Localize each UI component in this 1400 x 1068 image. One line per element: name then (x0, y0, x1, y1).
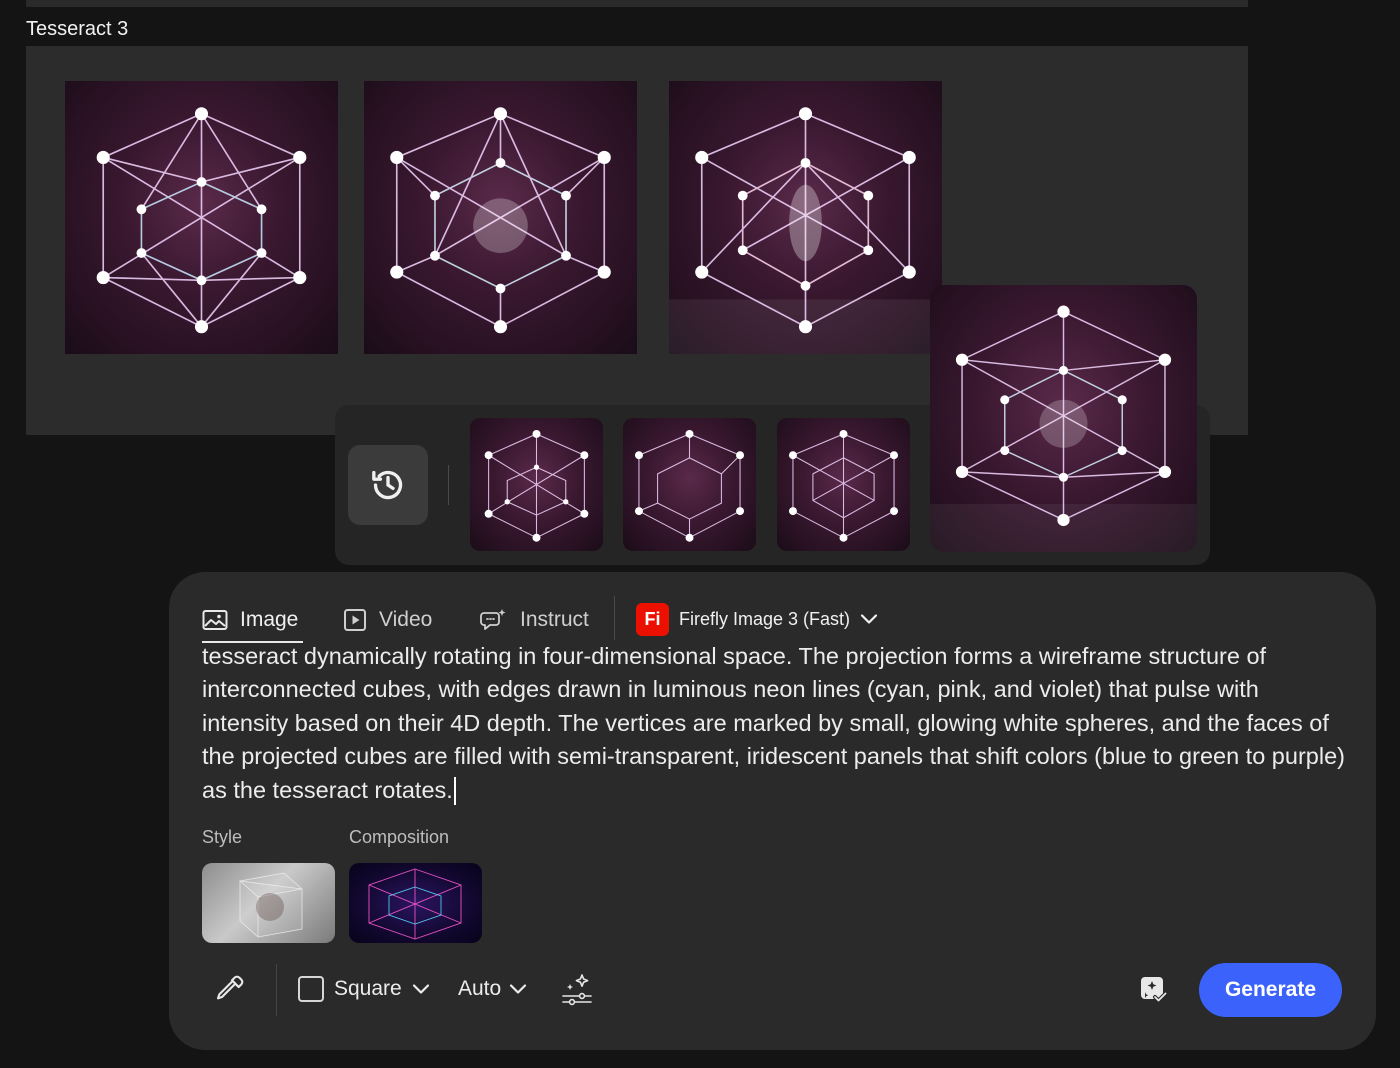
tab-instruct-label: Instruct (520, 608, 589, 631)
eyedropper-icon (216, 975, 244, 1000)
top-strip (26, 0, 1248, 7)
tab-image[interactable]: Image (202, 604, 298, 636)
style-reference-label: Style (202, 827, 243, 847)
style-reference-thumbnail[interactable] (202, 863, 335, 943)
content-credentials-icon (1141, 977, 1168, 1003)
square-aspect-icon (298, 976, 324, 1002)
history-button[interactable] (348, 445, 428, 525)
style-reference-image (238, 872, 303, 938)
instruct-icon (480, 609, 506, 630)
tabs-separator (614, 596, 615, 640)
prompt-input[interactable]: tesseract dynamically rotating in four-d… (202, 640, 1350, 807)
chevron-down-icon (412, 984, 429, 994)
tesseract-image-3 (669, 107, 942, 354)
model-selector[interactable]: Fi Firefly Image 3 (Fast) (636, 602, 878, 636)
generate-button[interactable]: Generate (1199, 963, 1342, 1017)
tesseract-thumb-3 (788, 429, 899, 542)
tesseract-thumb-4 (930, 305, 1197, 552)
sparkle-settings-icon (562, 974, 592, 1006)
history-thumbnail[interactable] (777, 418, 910, 551)
content-type-dropdown[interactable]: Auto (458, 966, 527, 1012)
aspect-ratio-dropdown[interactable]: Square (298, 966, 430, 1012)
history-thumbnail[interactable] (470, 418, 603, 551)
generated-image[interactable] (669, 81, 942, 354)
composition-reference-label: Composition (349, 827, 450, 847)
tab-video-label: Video (379, 608, 433, 631)
composition-reference-image (368, 868, 462, 940)
tab-image-label: Image (240, 608, 299, 631)
history-thumbnail-selected[interactable] (930, 285, 1197, 552)
history-icon (372, 470, 403, 500)
board-title: Tesseract 3 (26, 18, 129, 40)
generated-image[interactable] (364, 81, 637, 354)
tab-video[interactable]: Video (343, 604, 432, 636)
generated-image[interactable] (65, 81, 338, 354)
toolbar-separator (276, 964, 277, 1016)
image-icon (202, 610, 228, 630)
history-divider (448, 465, 449, 505)
content-credentials-button[interactable] (1137, 966, 1171, 1012)
tesseract-thumb-2 (634, 429, 745, 542)
chevron-down-icon (510, 984, 527, 994)
tesseract-image-2 (390, 107, 611, 334)
text-caret (453, 777, 456, 806)
model-name: Firefly Image 3 (Fast) (679, 608, 851, 629)
prompt-text: tesseract dynamically rotating in four-d… (202, 643, 1345, 803)
eyedropper-button[interactable] (210, 966, 250, 1012)
content-type-label: Auto (458, 977, 502, 1000)
chevron-down-icon (860, 614, 878, 624)
tab-instruct[interactable]: Instruct (480, 604, 589, 636)
tesseract-thumb-1 (484, 429, 589, 542)
composition-reference-thumbnail[interactable] (349, 863, 482, 943)
history-thumbnail[interactable] (623, 418, 756, 551)
video-icon (344, 609, 366, 631)
firefly-logo-icon: Fi (636, 602, 669, 636)
effects-button[interactable] (560, 966, 594, 1012)
tesseract-image-1 (96, 107, 307, 334)
aspect-ratio-label: Square (334, 977, 402, 1000)
